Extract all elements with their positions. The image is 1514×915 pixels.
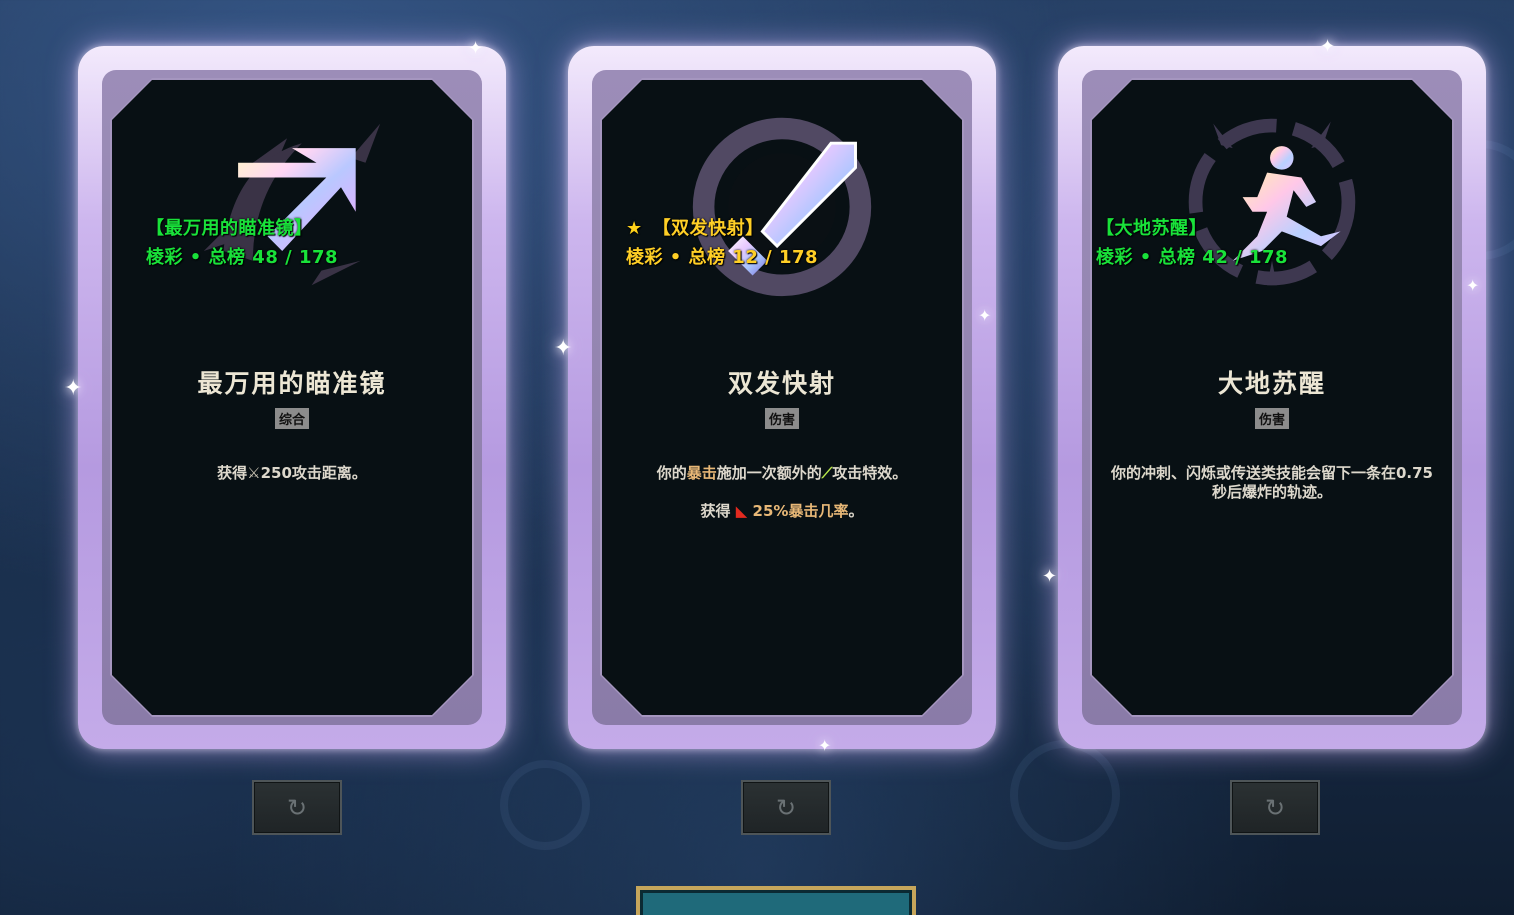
sparkle-icon: ✦ bbox=[64, 376, 83, 401]
reroll-button-3[interactable]: ↻ bbox=[1230, 780, 1320, 835]
sparkle-icon: ✦ bbox=[1466, 276, 1480, 295]
augment-card-1[interactable]: 【最万用的瞄准镜】 棱彩 • 总榜 48 / 178 最万用的瞄准镜 综合 获得… bbox=[64, 38, 506, 749]
sparkle-icon: ✦ bbox=[1320, 36, 1336, 57]
refresh-icon: ↻ bbox=[775, 793, 797, 822]
sword-icon: ⚔ bbox=[247, 464, 261, 482]
refresh-icon: ↻ bbox=[1264, 793, 1286, 822]
star-icon: ★ bbox=[626, 218, 643, 239]
sparkle-icon: ✦ bbox=[1042, 566, 1058, 587]
description-line: 获得 ◣ 25%暴击几率。 bbox=[700, 502, 864, 520]
runner-icon bbox=[1188, 118, 1356, 286]
description-line: 获得⚔250攻击距离。 bbox=[217, 464, 367, 482]
card-title: 双发快射 bbox=[727, 369, 836, 398]
card-title: 大地苏醒 bbox=[1217, 369, 1326, 398]
refresh-icon: ↻ bbox=[286, 793, 308, 822]
card-description: 获得⚔250攻击距离。 bbox=[118, 464, 466, 502]
rank-info: ★ 【双发快射】 棱彩 • 总榜 12 / 178 bbox=[626, 214, 818, 269]
rank-line: 棱彩 • 总榜 42 / 178 bbox=[1096, 247, 1289, 268]
rank-info: 【最万用的瞄准镜】 棱彩 • 总榜 48 / 178 bbox=[146, 214, 338, 269]
rank-name: 【大地苏醒】 bbox=[1096, 218, 1207, 239]
sparkle-icon: ✦ bbox=[554, 336, 573, 361]
rank-line: 棱彩 • 总榜 12 / 178 bbox=[626, 247, 819, 268]
reroll-button-1[interactable]: ↻ bbox=[252, 780, 342, 835]
rank-info: 【大地苏醒】 棱彩 • 总榜 42 / 178 bbox=[1096, 214, 1288, 269]
background-swirl bbox=[500, 760, 590, 850]
rank-line: 棱彩 • 总榜 48 / 178 bbox=[146, 247, 339, 268]
augment-card-2[interactable]: ★ 【双发快射】 棱彩 • 总榜 12 / 178 双发快射 伤害 你的暴击施加一… bbox=[554, 46, 996, 755]
bottom-hud-panel bbox=[636, 886, 916, 915]
arrow-icon bbox=[203, 123, 381, 286]
background-swirl bbox=[1010, 740, 1120, 850]
category-tag: 伤害 bbox=[764, 408, 800, 429]
card-description: 你的暴击施加一次额外的⟋攻击特效。 获得 ◣ 25%暴击几率。 bbox=[608, 464, 956, 540]
category-tag: 伤害 bbox=[1254, 408, 1290, 429]
sparkle-icon: ✦ bbox=[818, 736, 832, 755]
description-line: 你的暴击施加一次额外的⟋攻击特效。 bbox=[656, 464, 908, 482]
augment-card-3[interactable]: 【大地苏醒】 棱彩 • 总榜 42 / 178 大地苏醒 伤害 你的冲刺、闪烁或… bbox=[1042, 36, 1486, 749]
sparkle-icon: ✦ bbox=[468, 38, 484, 59]
description-line: 你的冲刺、闪烁或传送类技能会留下一条在0.75秒后爆炸的轨迹。 bbox=[1110, 464, 1433, 501]
rank-name: 【最万用的瞄准镜】 bbox=[146, 218, 313, 239]
crit-icon: ◣ bbox=[735, 502, 748, 520]
card-description: 你的冲刺、闪烁或传送类技能会留下一条在0.75秒后爆炸的轨迹。 bbox=[1104, 464, 1440, 521]
onhit-icon: ⟋ bbox=[821, 464, 833, 482]
card-title: 最万用的瞄准镜 bbox=[197, 369, 387, 398]
rank-name: ★ 【双发快射】 bbox=[626, 218, 764, 239]
sword-icon bbox=[692, 117, 872, 297]
category-tag: 综合 bbox=[274, 408, 310, 429]
sparkle-icon: ✦ bbox=[978, 306, 992, 325]
reroll-button-2[interactable]: ↻ bbox=[741, 780, 831, 835]
